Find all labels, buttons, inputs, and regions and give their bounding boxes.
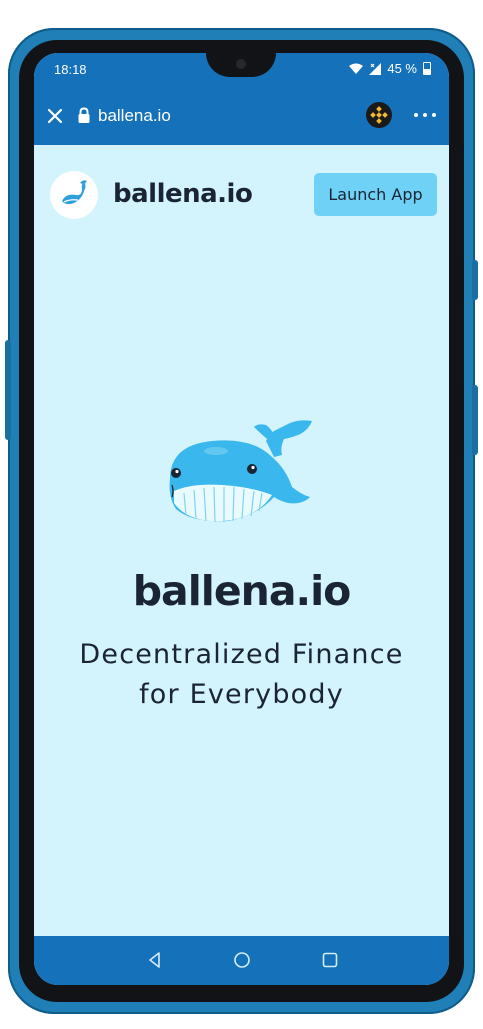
more-dot (414, 113, 418, 117)
lock-icon (78, 107, 90, 123)
status-bar: 18:18 45 % (34, 53, 449, 87)
more-icon[interactable] (414, 113, 436, 117)
phone-screen: 18:18 45 % ballena.io ballena.io Launch … (34, 53, 449, 985)
launch-app-button[interactable]: Launch App (314, 173, 437, 216)
whale-mascot-icon (169, 420, 312, 523)
signal-icon (369, 62, 382, 75)
battery-icon (423, 62, 431, 75)
close-icon[interactable] (44, 105, 66, 127)
back-icon[interactable] (144, 949, 166, 971)
binance-icon[interactable] (366, 102, 392, 128)
home-icon[interactable] (231, 949, 253, 971)
url-display[interactable]: ballena.io (98, 106, 171, 126)
status-icons: 45 % (349, 61, 431, 76)
system-nav-bar (34, 936, 449, 985)
wifi-icon (349, 63, 364, 74)
hero-subtitle: Decentralized Finance for Everybody (34, 635, 449, 715)
whale-logo-icon (62, 180, 87, 205)
camera-icon (236, 59, 246, 69)
brand-name[interactable]: ballena.io (113, 179, 253, 209)
hero-title: ballena.io (132, 567, 352, 615)
more-dot (423, 113, 427, 117)
binance-logo-icon (370, 106, 388, 124)
recents-icon[interactable] (319, 949, 341, 971)
status-time: 18:18 (54, 62, 87, 77)
browser-toolbar: ballena.io (34, 87, 449, 145)
volume-button (5, 340, 11, 440)
site-logo[interactable] (50, 171, 98, 219)
hero-subtitle-line2: for Everybody (139, 679, 344, 710)
power-button (472, 260, 478, 300)
battery-percent: 45 % (387, 61, 417, 76)
hero-subtitle-line1: Decentralized Finance (79, 639, 404, 670)
site-header: ballena.io Launch App (34, 145, 449, 245)
camera-notch (206, 53, 276, 77)
more-dot (432, 113, 436, 117)
side-button (472, 385, 478, 455)
